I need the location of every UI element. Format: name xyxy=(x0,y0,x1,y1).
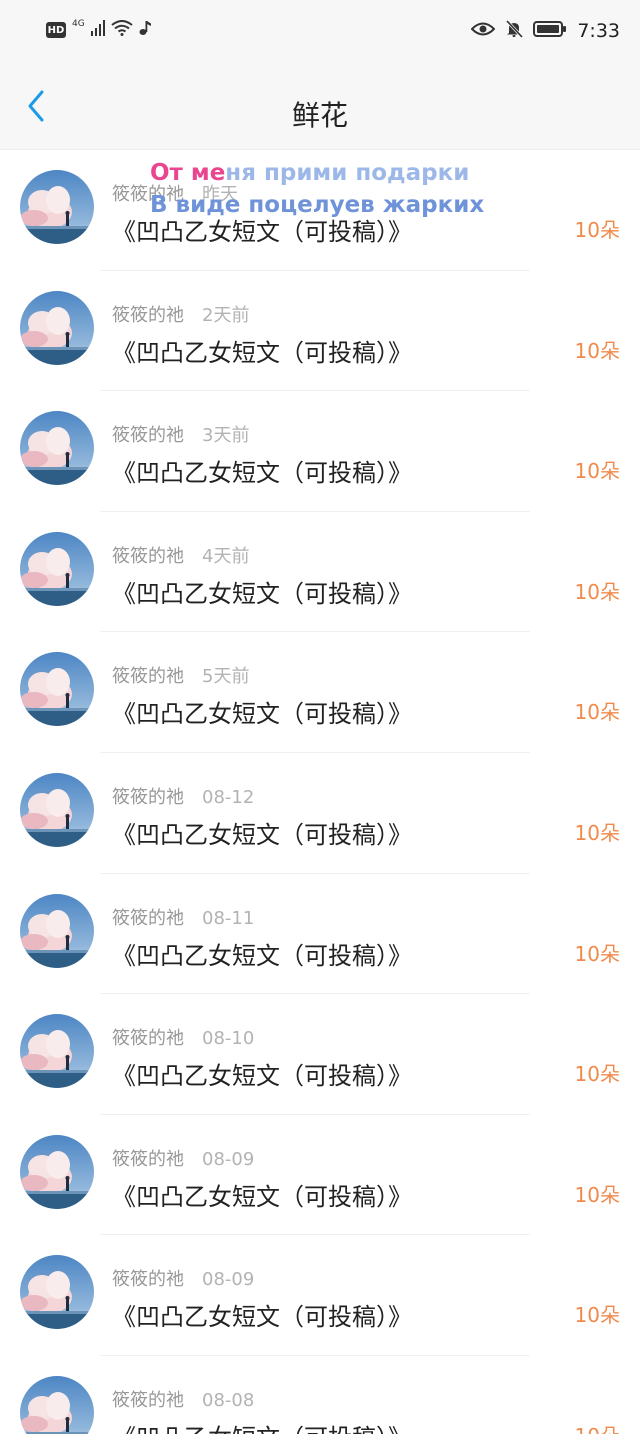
work-title[interactable]: 《凹凸乙女短文（可投稿）》 xyxy=(112,1056,412,1091)
flower-count: 10朵 xyxy=(574,338,620,363)
item-meta: 筱筱的祂 昨天 xyxy=(112,180,238,206)
page-title: 鲜花 xyxy=(291,99,348,132)
item-date: 08-12 xyxy=(202,786,255,808)
battery-icon xyxy=(533,21,567,41)
item-meta: 筱筱的祂 3天前 xyxy=(112,421,249,447)
work-title[interactable]: 《凹凸乙女短文（可投稿）》 xyxy=(112,453,412,488)
item-meta: 筱筱的祂 5天前 xyxy=(112,662,249,688)
item-meta: 筱筱的祂 08-11 xyxy=(112,904,254,930)
eye-icon xyxy=(470,21,496,41)
avatar[interactable] xyxy=(20,531,94,606)
list-item[interactable]: 筱筱的祂 08-12 《凹凸乙女短文（可投稿）》 10朵 xyxy=(0,753,640,874)
wifi-icon xyxy=(111,20,133,40)
list-item[interactable]: 筱筱的祂 08-08 《凹凸乙女短文（可投稿）》 10朵 xyxy=(0,1356,640,1434)
list-item[interactable]: 筱筱的祂 4天前《凹凸乙女短文（可投稿）》 10朵 xyxy=(0,512,640,633)
avatar[interactable] xyxy=(20,772,94,847)
item-date: 08-11 xyxy=(202,907,255,929)
item-date: 昨天 xyxy=(202,184,238,205)
item-meta: 筱筱的祂 08-09 xyxy=(112,1145,254,1171)
item-date: 08-09 xyxy=(202,1148,255,1170)
list-item[interactable]: 筱筱的祂 3天前《凹凸乙女短文（可投稿）》 10朵 xyxy=(0,391,640,512)
list-item[interactable]: 筱筱的祂 5天前《凹凸乙女短文（可投稿）》 10朵 xyxy=(0,632,640,753)
nav-bar: 鲜花 xyxy=(0,64,640,150)
flower-count: 10朵 xyxy=(574,579,620,604)
hd-badge: HD xyxy=(46,22,66,38)
flower-count: 10朵 xyxy=(574,1303,620,1328)
item-meta: 筱筱的祂 4天前 xyxy=(112,542,249,568)
avatar[interactable] xyxy=(20,1375,94,1434)
flower-count: 10朵 xyxy=(574,1182,620,1207)
user-name[interactable]: 筱筱的祂 xyxy=(112,787,184,808)
item-date: 4天前 xyxy=(202,545,250,567)
clock-time: 7:33 xyxy=(577,20,620,42)
music-note-icon xyxy=(139,20,151,40)
item-date: 08-09 xyxy=(202,1269,255,1291)
avatar[interactable] xyxy=(20,1014,94,1089)
work-title[interactable]: 《凹凸乙女短文（可投稿）》 xyxy=(112,815,412,850)
work-title[interactable]: 《凹凸乙女短文（可投稿）》 xyxy=(112,694,412,729)
work-title[interactable]: 《凹凸乙女短文（可投稿）》 xyxy=(112,1177,412,1212)
status-left-icons: HD 4G xyxy=(46,19,151,40)
flower-count: 10朵 xyxy=(574,820,620,845)
list-item[interactable]: 筱筱的祂 08-09 《凹凸乙女短文（可投稿）》 10朵 xyxy=(0,1115,640,1236)
item-date: 2天前 xyxy=(202,304,250,326)
avatar[interactable] xyxy=(20,1255,94,1330)
item-date: 08-10 xyxy=(202,1028,255,1050)
mute-bell-icon xyxy=(505,19,524,42)
flower-count: 10朵 xyxy=(574,941,620,966)
user-name[interactable]: 筱筱的祂 xyxy=(112,908,184,929)
work-title[interactable]: 《凹凸乙女短文（可投稿）》 xyxy=(112,333,412,368)
user-name[interactable]: 筱筱的祂 xyxy=(112,1390,184,1411)
work-title[interactable]: 《凹凸乙女短文（可投稿）》 xyxy=(112,1418,412,1434)
user-name[interactable]: 筱筱的祂 xyxy=(112,1269,184,1290)
item-meta: 筱筱的祂 08-09 xyxy=(112,1265,254,1291)
flower-count: 10朵 xyxy=(574,459,620,484)
item-meta: 筱筱的祂 08-10 xyxy=(112,1024,254,1050)
work-title[interactable]: 《凹凸乙女短文（可投稿）》 xyxy=(112,212,412,247)
flower-count: 10朵 xyxy=(574,218,620,242)
item-date: 3天前 xyxy=(202,425,250,447)
avatar[interactable] xyxy=(20,411,94,486)
avatar[interactable] xyxy=(20,893,94,968)
list-item[interactable]: 筱筱的祂 08-10 《凹凸乙女短文（可投稿）》 10朵 xyxy=(0,994,640,1115)
user-name[interactable]: 筱筱的祂 xyxy=(112,666,184,687)
user-name[interactable]: 筱筱的祂 xyxy=(112,425,184,446)
status-bar: HD 4G 7:33 xyxy=(0,0,640,64)
user-name[interactable]: 筱筱的祂 xyxy=(112,1149,184,1170)
work-title[interactable]: 《凹凸乙女短文（可投稿）》 xyxy=(112,936,412,971)
flower-count: 10朵 xyxy=(574,700,620,725)
avatar[interactable] xyxy=(20,290,94,365)
avatar[interactable] xyxy=(20,652,94,727)
user-name[interactable]: 筱筱的祂 xyxy=(112,1028,184,1049)
list-item[interactable]: 筱筱的祂 昨天《凹凸乙女短文（可投稿）》 10朵 xyxy=(0,150,640,271)
item-meta: 筱筱的祂 2天前 xyxy=(112,301,249,327)
flower-count: 10朵 xyxy=(575,1420,620,1434)
flower-count: 10朵 xyxy=(574,1062,620,1087)
list-item[interactable]: 筱筱的祂 08-09 《凹凸乙女短文（可投稿）》 10朵 xyxy=(0,1235,640,1356)
flower-record-list: 筱筱的祂 昨天 《凹凸乙女短文（可投稿）》 10朵 筱筱的祂 2天前 《凹凸乙女短文（可投稿… xyxy=(0,150,640,1434)
item-meta: 筱筱的祂 08-12 xyxy=(112,783,254,809)
work-title[interactable]: 《凹凸乙女短文（可投稿）》 xyxy=(112,574,412,609)
user-name[interactable]: 筱筱的祂 xyxy=(112,305,184,326)
list-item[interactable]: 筱筱的祂 2天前《凹凸乙女短文（可投稿）》 10朵 xyxy=(0,271,640,392)
item-meta: 筱筱的祂 08-08 xyxy=(112,1386,254,1412)
user-name[interactable]: 筱筱的祂 xyxy=(112,546,184,567)
avatar[interactable] xyxy=(20,170,94,244)
user-name[interactable]: 筱筱的祂 xyxy=(112,184,184,205)
list-item[interactable]: 筱筱的祂 08-11 《凹凸乙女短文（可投稿）》 10朵 xyxy=(0,874,640,995)
avatar[interactable] xyxy=(20,1134,94,1209)
status-right-icons: 7:33 xyxy=(470,19,620,42)
signal-icon xyxy=(90,20,105,40)
work-title[interactable]: 《凹凸乙女短文（可投稿）》 xyxy=(112,1297,412,1332)
network-label: 4G xyxy=(72,19,85,29)
item-date: 08-08 xyxy=(202,1389,255,1411)
item-date: 5天前 xyxy=(202,666,250,688)
